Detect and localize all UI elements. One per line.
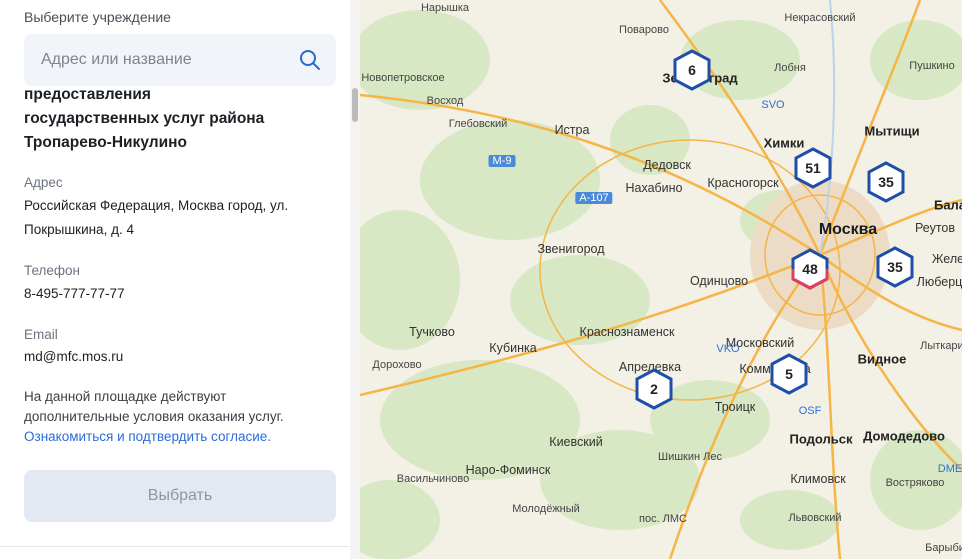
- map-place-label: Мытищи: [864, 123, 920, 139]
- map-cluster-marker[interactable]: 51: [793, 147, 833, 189]
- map-cluster-marker[interactable]: 35: [866, 161, 906, 203]
- search-icon[interactable]: [298, 48, 322, 72]
- map-place-label: Кубинка: [489, 341, 537, 355]
- cluster-count: 35: [878, 174, 894, 190]
- search-box[interactable]: [24, 34, 336, 86]
- address-label: Адрес: [24, 175, 63, 190]
- select-button[interactable]: Выбрать: [24, 470, 336, 522]
- map-place-label: Краснознаменск: [579, 325, 675, 339]
- map-cluster-marker[interactable]: 35: [875, 246, 915, 288]
- map-cluster-marker[interactable]: 5: [769, 353, 809, 395]
- cluster-count: 51: [805, 160, 821, 176]
- panel-title: Выберите учреждение: [24, 9, 171, 25]
- map-place-label: Восход: [426, 95, 464, 107]
- road-label: М-9: [488, 155, 516, 167]
- cluster-count: 5: [785, 366, 793, 382]
- terms-note: На данной площадке действуют дополнитель…: [24, 387, 324, 447]
- org-name-line: государственных услуг района: [24, 110, 265, 127]
- map-place-label: Пушкино: [909, 60, 955, 72]
- map-place-label: Домодедово: [863, 428, 945, 444]
- map-place-label: Киевский: [549, 435, 603, 449]
- map-place-label: Лыткарино: [920, 340, 962, 352]
- divider: [0, 546, 350, 547]
- terms-consent-link[interactable]: Ознакомиться и подтвердить согласие.: [24, 429, 271, 444]
- map-place-label: Лобня: [774, 62, 806, 74]
- map-place-label: Дедовск: [643, 158, 691, 172]
- org-name: предоставления государственных услуг рай…: [24, 83, 324, 155]
- map-place-label: Нахабино: [625, 181, 683, 195]
- map-place-label: Некрасовский: [784, 12, 856, 24]
- panel-scrollbar[interactable]: [350, 0, 360, 559]
- map-place-label: Красногорск: [707, 176, 779, 190]
- scrollbar-thumb[interactable]: [352, 88, 358, 122]
- map-place-label: пос. ЛМС: [638, 513, 688, 525]
- phone-label: Телефон: [24, 263, 81, 278]
- cluster-count: 6: [688, 62, 696, 78]
- airport-label: DME: [937, 463, 962, 475]
- map-cluster-marker[interactable]: 6: [672, 49, 712, 91]
- email-label: Email: [24, 327, 58, 342]
- cluster-count: 48: [802, 261, 818, 277]
- cluster-count: 35: [887, 259, 903, 275]
- map-place-label: Желе: [931, 252, 962, 266]
- map-place-label: Львовский: [788, 512, 842, 524]
- airport-label: OSF: [798, 405, 822, 417]
- cluster-count: 2: [650, 381, 658, 397]
- map-place-label: Истра: [554, 123, 590, 137]
- map-place-label: Наро-Фоминск: [465, 463, 551, 477]
- map-place-label: Новопетровское: [361, 72, 445, 84]
- airport-label: VKO: [716, 343, 740, 355]
- terms-note-text: На данной площадке действуют дополнитель…: [24, 389, 284, 424]
- map-place-label: Люберцы: [916, 275, 962, 289]
- map-place-label: Климовск: [790, 472, 846, 486]
- map-place-label: Востряково: [885, 477, 945, 489]
- map-place-label: Поварово: [619, 24, 669, 36]
- org-name-line: Тропарево-Никулино: [24, 134, 187, 151]
- map-place-label: Подольск: [789, 431, 853, 447]
- map-place-label: Дорохово: [372, 359, 422, 371]
- map-place-label: Реутов: [914, 221, 956, 235]
- map-place-label: Звенигород: [537, 242, 605, 256]
- institution-panel: Выберите учреждение предоставления госуд…: [0, 0, 350, 559]
- map-cluster-marker-selected[interactable]: 48: [790, 248, 830, 290]
- map-place-label: Шишкин Лес: [658, 451, 722, 463]
- org-name-line: предоставления: [24, 86, 151, 103]
- map-place-label: Нарышка: [420, 2, 470, 14]
- airport-label: SVO: [761, 99, 785, 111]
- map-place-label: Васильчиново: [396, 473, 470, 485]
- map-place-label: Одинцово: [689, 274, 749, 288]
- email-value: md@mfc.mos.ru: [24, 349, 124, 364]
- map-place-label: Бала: [933, 197, 962, 213]
- map-place-label: Видное: [857, 351, 907, 367]
- map-place-label: Тучково: [409, 325, 455, 339]
- phone-value: 8-495-777-77-77: [24, 286, 125, 301]
- map[interactable]: Нарышка Поварово Некрасовский Лобня Пушк…: [360, 0, 962, 559]
- map-cluster-marker[interactable]: 2: [634, 368, 674, 410]
- search-input[interactable]: [41, 34, 291, 86]
- map-place-label: Троицк: [714, 400, 756, 414]
- address-value: Российская Федерация, Москва город, ул. …: [24, 198, 289, 237]
- map-place-label: Барыби: [925, 542, 962, 554]
- map-place-label: Молодёжный: [512, 503, 580, 515]
- road-label: А-107: [575, 192, 613, 204]
- map-place-label: Москва: [818, 221, 878, 238]
- map-place-label: Глебовский: [448, 118, 508, 130]
